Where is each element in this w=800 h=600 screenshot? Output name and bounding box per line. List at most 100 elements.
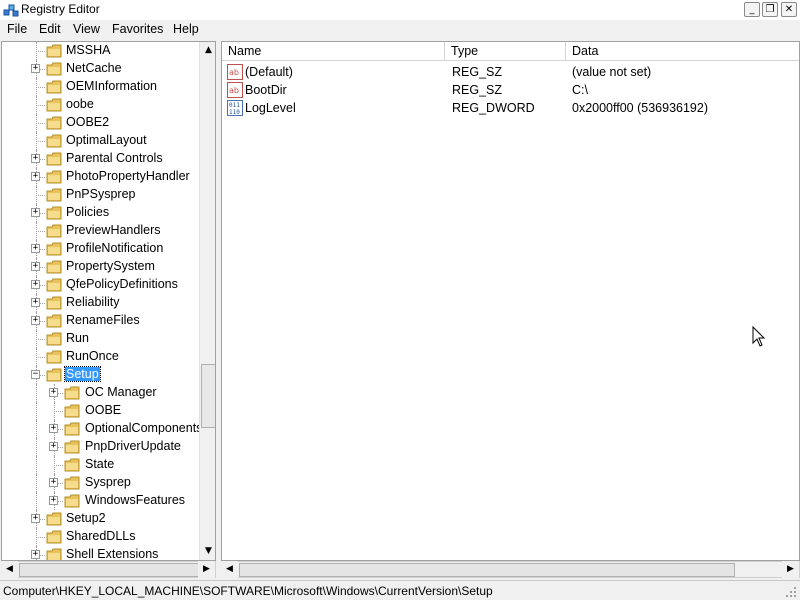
minimize-button[interactable]: _ (744, 2, 760, 17)
tree-item-label[interactable]: PropertySystem (65, 259, 156, 273)
menu-favorites[interactable]: Favorites (112, 22, 163, 36)
tree-item[interactable]: SharedDLLs (2, 528, 198, 546)
value-row[interactable]: 011 110 LogLevel REG_DWORD 0x2000ff00 (53693… (222, 99, 799, 117)
tree-item-label[interactable]: WindowsFeatures (84, 493, 186, 507)
tree-item-label[interactable]: PhotoPropertyHandler (65, 169, 191, 183)
tree-horizontal-scrollbar[interactable]: ◀ ▶ (1, 561, 216, 578)
expand-icon[interactable]: + (31, 172, 40, 181)
tree-item[interactable]: oobe (2, 96, 198, 114)
scroll-right-arrow[interactable]: ▶ (198, 561, 215, 578)
column-header-data[interactable]: Data (566, 42, 799, 61)
tree-item[interactable]: State (2, 456, 198, 474)
expand-icon[interactable]: + (31, 262, 40, 271)
menu-view[interactable]: View (73, 22, 100, 36)
expand-icon[interactable]: + (31, 64, 40, 73)
tree-item[interactable]: + Policies (2, 204, 198, 222)
column-header-name[interactable]: Name (222, 42, 445, 61)
registry-key-tree[interactable]: MSSHA + NetCache OEMInformation oobe OOBE2 Opt… (1, 41, 216, 561)
list-hscroll-thumb[interactable] (239, 563, 735, 577)
expand-icon[interactable]: + (31, 298, 40, 307)
expand-icon[interactable]: + (31, 244, 40, 253)
tree-item-label[interactable]: Setup2 (65, 511, 107, 525)
tree-item-label[interactable]: OC Manager (84, 385, 158, 399)
tree-item[interactable]: + OptionalComponents (2, 420, 202, 438)
close-button[interactable]: ✕ (781, 2, 797, 17)
expand-icon[interactable]: + (31, 316, 40, 325)
tree-item[interactable]: + WindowsFeatures (2, 492, 198, 510)
tree-item-label[interactable]: PreviewHandlers (65, 223, 161, 237)
tree-item-label[interactable]: OEMInformation (65, 79, 158, 93)
tree-item-label[interactable]: oobe (65, 97, 95, 111)
value-row[interactable]: ab BootDir REG_SZ C:\ (222, 81, 799, 99)
tree-item-label[interactable]: PnPSysprep (65, 187, 136, 201)
scroll-up-arrow[interactable]: ▲ (200, 42, 215, 59)
tree-item[interactable]: + PropertySystem (2, 258, 198, 276)
tree-item-label[interactable]: OOBE2 (65, 115, 110, 129)
tree-item-label[interactable]: Shell Extensions (65, 547, 159, 560)
expand-icon[interactable]: + (49, 424, 58, 433)
scroll-down-arrow[interactable]: ▼ (200, 543, 215, 560)
expand-icon[interactable]: + (31, 550, 40, 559)
tree-item[interactable]: + ProfileNotification (2, 240, 198, 258)
tree-item[interactable]: + Reliability (2, 294, 198, 312)
tree-item-label[interactable]: State (84, 457, 115, 471)
tree-item[interactable]: + RenameFiles (2, 312, 198, 330)
tree-item-label[interactable]: OOBE (84, 403, 122, 417)
expand-icon[interactable]: + (49, 388, 58, 397)
column-header-type[interactable]: Type (445, 42, 566, 61)
tree-item[interactable]: + QfePolicyDefinitions (2, 276, 198, 294)
menu-file[interactable]: File (7, 22, 27, 36)
tree-item[interactable]: + PnpDriverUpdate (2, 438, 198, 456)
tree-item[interactable]: OOBE2 (2, 114, 198, 132)
expand-icon[interactable]: + (49, 442, 58, 451)
values-list[interactable]: Name Type Data ab (Default) REG_SZ (value n… (221, 41, 800, 561)
restore-button[interactable]: ❐ (762, 2, 778, 17)
tree-item-label[interactable]: RunOnce (65, 349, 120, 363)
expand-icon[interactable]: + (49, 478, 58, 487)
tree-item-label[interactable]: MSSHA (65, 43, 111, 57)
tree-scroll-thumb[interactable] (201, 364, 215, 428)
expand-icon[interactable]: + (49, 496, 58, 505)
tree-item[interactable]: + Sysprep (2, 474, 198, 492)
expand-icon[interactable]: + (31, 280, 40, 289)
expand-icon[interactable]: + (31, 154, 40, 163)
tree-item[interactable]: OOBE (2, 402, 198, 420)
tree-item[interactable]: PreviewHandlers (2, 222, 198, 240)
expand-icon[interactable]: + (31, 514, 40, 523)
value-row[interactable]: ab (Default) REG_SZ (value not set) (222, 63, 799, 81)
tree-item-label[interactable]: ProfileNotification (65, 241, 164, 255)
tree-item-label[interactable]: SharedDLLs (65, 529, 137, 543)
tree-item[interactable]: + Shell Extensions (2, 546, 198, 560)
list-horizontal-scrollbar[interactable]: ◀ ▶ (221, 561, 800, 578)
resize-grip-icon[interactable] (785, 586, 797, 598)
tree-item[interactable]: PnPSysprep (2, 186, 198, 204)
expand-icon[interactable]: + (31, 208, 40, 217)
menu-edit[interactable]: Edit (39, 22, 61, 36)
tree-item[interactable]: + Setup2 (2, 510, 198, 528)
scroll-left-arrow[interactable]: ◀ (221, 561, 238, 578)
scroll-right-arrow[interactable]: ▶ (782, 561, 799, 578)
tree-item-label[interactable]: Setup (64, 366, 101, 382)
tree-item-label[interactable]: PnpDriverUpdate (84, 439, 182, 453)
tree-item-label[interactable]: Policies (65, 205, 110, 219)
tree-item[interactable]: + OC Manager (2, 384, 198, 402)
tree-item-label[interactable]: Reliability (65, 295, 121, 309)
tree-item[interactable]: + NetCache (2, 60, 198, 78)
tree-item-label[interactable]: RenameFiles (65, 313, 141, 327)
tree-hscroll-thumb[interactable] (19, 563, 199, 577)
tree-item[interactable]: + PhotoPropertyHandler (2, 168, 198, 186)
tree-item-label[interactable]: OptionalComponents (84, 421, 203, 435)
tree-item[interactable]: OEMInformation (2, 78, 198, 96)
tree-item[interactable]: MSSHA (2, 42, 198, 60)
tree-vertical-scrollbar[interactable]: ▲ ▼ (199, 42, 215, 560)
menu-help[interactable]: Help (173, 22, 199, 36)
tree-item[interactable]: RunOnce (2, 348, 198, 366)
tree-item[interactable]: Run (2, 330, 198, 348)
tree-item-label[interactable]: NetCache (65, 61, 123, 75)
tree-item-label[interactable]: QfePolicyDefinitions (65, 277, 179, 291)
collapse-icon[interactable]: − (31, 370, 40, 379)
tree-item[interactable]: OptimalLayout (2, 132, 198, 150)
tree-item[interactable]: − Setup (2, 366, 198, 384)
tree-item-label[interactable]: Sysprep (84, 475, 132, 489)
tree-item[interactable]: + Parental Controls (2, 150, 198, 168)
